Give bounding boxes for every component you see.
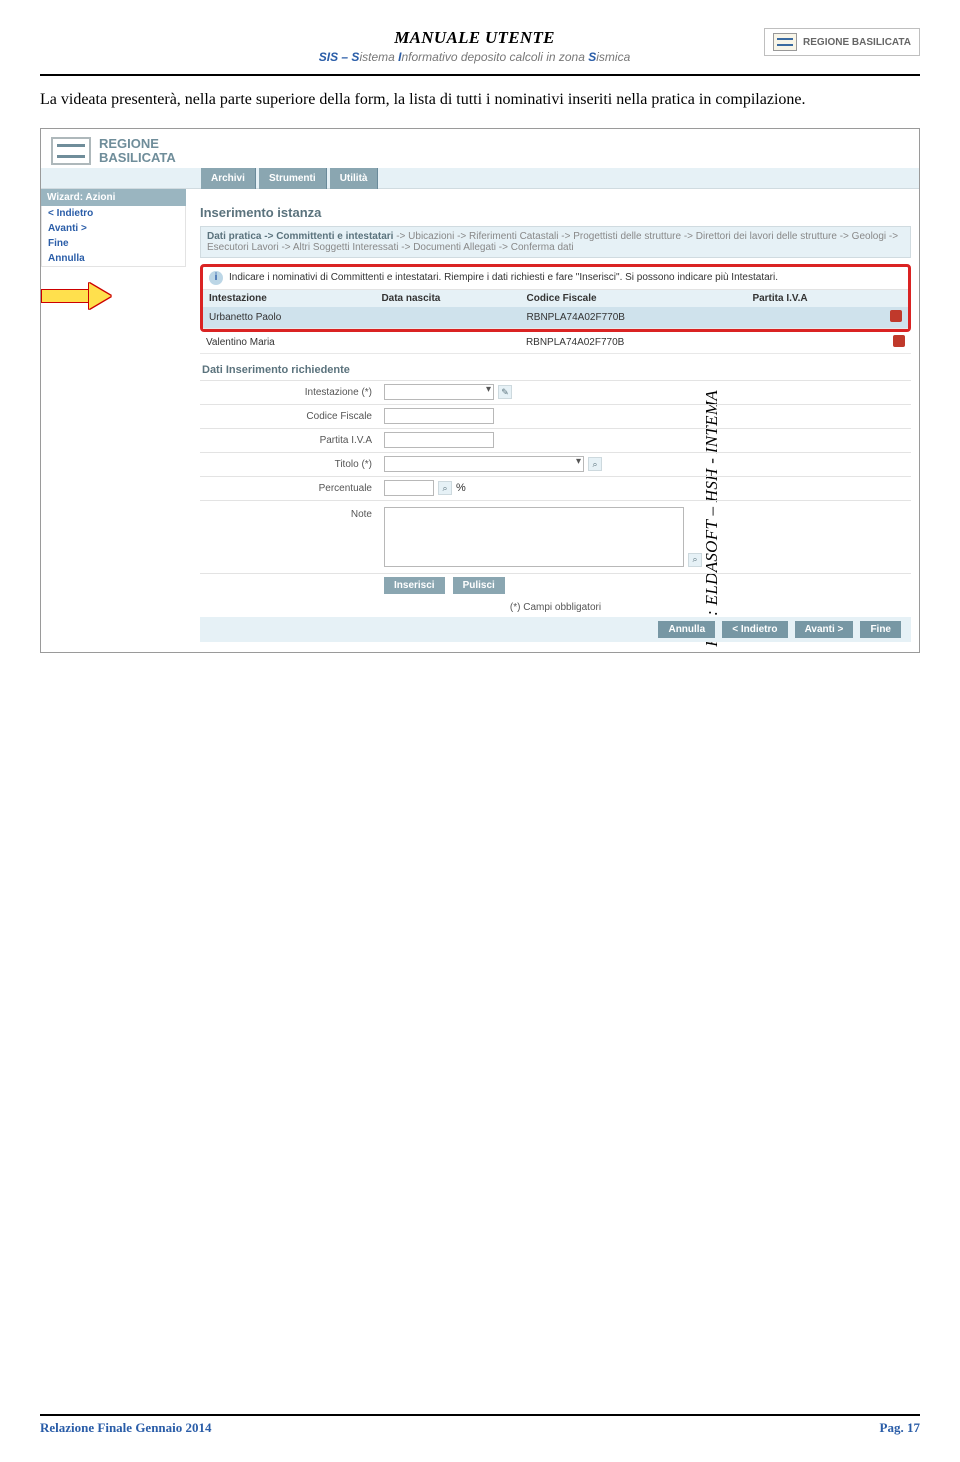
wizard-sidebar: Wizard: Azioni < Indietro Avanti > Fine … [41, 189, 186, 652]
note-textarea[interactable] [384, 507, 684, 567]
page-title: Inserimento istanza [200, 205, 911, 220]
nominativi-table: Intestazione Data nascita Codice Fiscale… [203, 290, 908, 329]
label-percentuale: Percentuale [200, 479, 380, 498]
doc-subtitle: SIS – Sistema Informativo deposito calco… [185, 50, 764, 64]
insert-form: Intestazione (*) ✎ Codice Fiscale Partit… [200, 380, 911, 617]
tab-archivi[interactable]: Archivi [201, 168, 256, 189]
footer-right: Pag. 17 [880, 1420, 920, 1436]
app-brand: REGIONE BASILICATA [99, 137, 176, 166]
label-piva: Partita I.V.A [200, 431, 380, 450]
info-icon: i [209, 271, 223, 285]
col-codice-fiscale: Codice Fiscale [521, 290, 747, 307]
doc-header: MANUALE UTENTE SIS – Sistema Informativo… [40, 28, 920, 64]
sidebar-next[interactable]: Avanti > [42, 221, 185, 236]
lookup-icon[interactable]: ⌕ [588, 457, 602, 471]
header-divider [40, 74, 920, 76]
table-row[interactable]: Valentino Maria RBNPLA74A02F770B [200, 332, 911, 354]
footer-divider [40, 1414, 920, 1416]
col-partita-iva: Partita I.V.A [746, 290, 884, 307]
calc-icon[interactable]: ⌕ [438, 481, 452, 495]
inserisci-button[interactable]: Inserisci [384, 577, 445, 594]
doc-title: MANUALE UTENTE [185, 28, 764, 48]
sidebar-back[interactable]: < Indietro [42, 206, 185, 221]
cf-input[interactable] [384, 408, 494, 424]
table-row[interactable]: Urbanetto Paolo RBNPLA74A02F770B [203, 307, 908, 329]
app-screenshot: REGIONE BASILICATA Archivi Strumenti Uti… [40, 128, 920, 653]
page-footer: Relazione Finale Gennaio 2014 Pag. 17 [40, 1414, 920, 1436]
percentuale-input[interactable] [384, 480, 434, 496]
label-titolo: Titolo (*) [200, 455, 380, 474]
col-intestazione: Intestazione [203, 290, 375, 307]
info-message: i Indicare i nominativi di Committenti e… [203, 267, 908, 290]
delete-row-icon[interactable] [893, 335, 905, 347]
label-note: Note [200, 505, 380, 524]
bottom-next-button[interactable]: Avanti > [795, 621, 854, 638]
tab-strumenti[interactable]: Strumenti [259, 168, 327, 189]
highlighted-region: i Indicare i nominativi di Committenti e… [200, 264, 911, 332]
body-paragraph: La videata presenterà, nella parte super… [40, 88, 920, 112]
tab-utilita[interactable]: Utilità [330, 168, 379, 189]
pulisci-button[interactable]: Pulisci [453, 577, 505, 594]
titolo-select[interactable] [384, 456, 584, 472]
label-cf: Codice Fiscale [200, 407, 380, 426]
bottom-annulla-button[interactable]: Annulla [658, 621, 715, 638]
label-intestazione: Intestazione (*) [200, 383, 380, 402]
delete-row-icon[interactable] [890, 310, 902, 322]
bottom-fine-button[interactable]: Fine [860, 621, 901, 638]
piva-input[interactable] [384, 432, 494, 448]
footer-left: Relazione Finale Gennaio 2014 [40, 1420, 212, 1436]
sidebar-header: Wizard: Azioni [41, 189, 186, 206]
sidebar-end[interactable]: Fine [42, 236, 185, 251]
sidebar-cancel[interactable]: Annulla [42, 251, 185, 266]
edit-icon[interactable]: ✎ [498, 385, 512, 399]
wizard-bottom-bar: Annulla < Indietro Avanti > Fine [200, 617, 911, 642]
form-section-header: Dati Inserimento richiedente [202, 364, 911, 376]
breadcrumb: Dati pratica -> Committenti e intestatar… [200, 226, 911, 258]
expand-icon[interactable]: ⌕ [688, 553, 702, 567]
col-data-nascita: Data nascita [375, 290, 520, 307]
regione-basilicata-logo: REGIONE BASILICATA [764, 28, 920, 56]
bottom-back-button[interactable]: < Indietro [722, 621, 787, 638]
required-hint: (*) Campi obbligatori [200, 598, 911, 617]
intestazione-select[interactable] [384, 384, 494, 400]
top-tabs: Archivi Strumenti Utilità [41, 168, 919, 189]
flag-icon [773, 33, 797, 51]
app-logo-icon [51, 137, 91, 165]
